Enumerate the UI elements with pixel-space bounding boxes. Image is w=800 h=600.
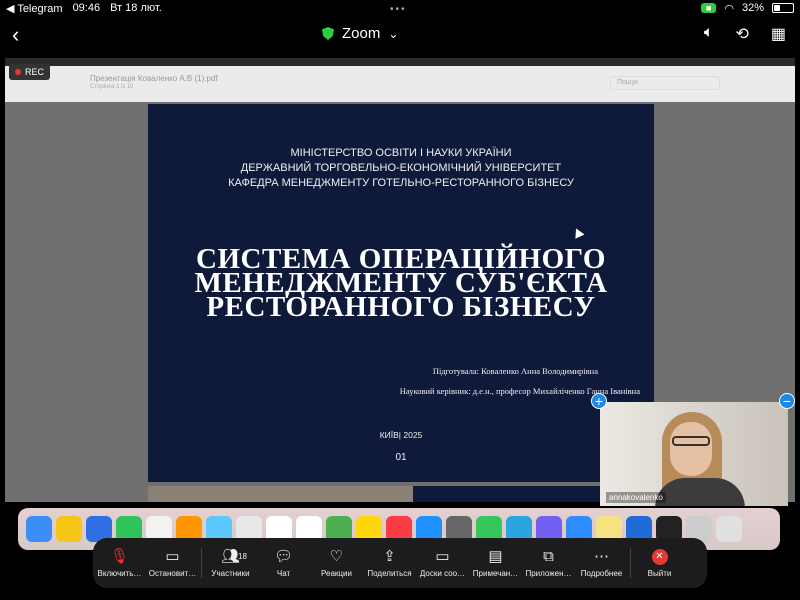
back-chevron-icon[interactable]: ‹: [12, 22, 19, 48]
city-year: КИЇВ| 2025: [379, 430, 423, 440]
dock-app-icon: [56, 516, 82, 542]
whiteboards-label: Доски соо…: [419, 569, 466, 578]
multitasking-dots-icon[interactable]: •••: [390, 4, 407, 15]
switch-camera-icon[interactable]: ⟲: [735, 24, 748, 44]
battery-icon: [772, 3, 794, 13]
divider: [630, 548, 631, 578]
dock-app-icon: [26, 516, 52, 542]
leave-button[interactable]: ✕ Выйти: [633, 548, 686, 578]
speaker-icon[interactable]: 🔈︎: [704, 24, 714, 44]
status-time: 09:46: [72, 2, 101, 14]
meeting-toolbar: 🎙︎ Включить… ▭ Остановит… 👥︎ 18 Участник…: [93, 538, 707, 588]
camera-indicator-icon: ■: [700, 3, 717, 13]
participant-face: [670, 422, 712, 476]
share-label: Поделиться: [367, 569, 412, 578]
pdf-page-info: Сторінка 1 із 10: [90, 84, 134, 90]
chat-icon: 💬︎: [273, 548, 294, 565]
chat-button[interactable]: 💬︎ Чат: [257, 548, 310, 578]
meeting-title-label: Zoom: [342, 25, 381, 42]
university-line: ДЕРЖАВНИЙ ТОРГОВЕЛЬНО-ЕКОНОМІЧНИЙ УНІВЕР…: [240, 162, 562, 174]
unmute-button[interactable]: 🎙︎ Включить…: [93, 548, 146, 578]
notes-label: Примечан…: [472, 569, 519, 578]
participants-label: Участники: [211, 569, 250, 578]
encryption-shield-icon: [322, 27, 334, 40]
share-icon: ⇪: [383, 548, 396, 565]
add-plus-icon[interactable]: +: [591, 393, 607, 409]
stop-video-button[interactable]: ▭ Остановит…: [146, 548, 199, 578]
ministry-header: МІНІСТЕРСТВО ОСВІТИ І НАУКИ УКРАЇНИ ДЕРЖ…: [148, 146, 654, 191]
recording-label: REC: [25, 67, 45, 77]
meeting-title[interactable]: Zoom ⌄: [322, 25, 398, 42]
participant-body: [655, 478, 745, 506]
next-slide-thumbnail: [148, 486, 413, 502]
back-to-app-link[interactable]: ◀ Telegram: [6, 2, 63, 15]
video-icon: ▭: [165, 548, 180, 565]
presentation-slide: МІНІСТЕРСТВО ОСВІТИ І НАУКИ УКРАЇНИ ДЕРЖ…: [148, 104, 654, 482]
header-actions: 🔈︎ ⟲ ▦: [704, 24, 786, 44]
unmute-label: Включить…: [97, 569, 142, 578]
more-icon: ⋯: [594, 548, 609, 565]
wifi-icon: ◠: [724, 2, 734, 15]
glasses: [672, 436, 710, 446]
participants-button[interactable]: 👥︎ 18 Участники: [204, 548, 257, 578]
apps-icon: ⧉: [543, 548, 554, 565]
notes-button[interactable]: ▤ Примечан…: [469, 548, 522, 578]
notes-icon: ▤: [488, 548, 503, 565]
chat-label: Чат: [276, 569, 291, 578]
more-button[interactable]: ⋯ Подробнее: [575, 548, 628, 578]
whiteboards-button[interactable]: ▭ Доски соо…: [416, 548, 469, 578]
department-line: КАФЕДРА МЕНЕДЖМЕНТУ ГОТЕЛЬНО-РЕСТОРАННОГ…: [228, 177, 574, 189]
share-button[interactable]: ⇪ Поделиться: [363, 548, 416, 578]
apps-button[interactable]: ⧉ Приложен…: [522, 548, 575, 578]
participants-count: 18: [238, 552, 247, 561]
recording-badge: REC: [9, 64, 51, 80]
apps-label: Приложен…: [525, 569, 572, 578]
more-label: Подробнее: [580, 569, 623, 578]
participant-name: annakovalenko: [606, 492, 666, 503]
dock-app-icon: [716, 516, 742, 542]
mic-muted-icon: 🎙︎: [109, 548, 130, 565]
pdf-toolbar: Презентація Коваленко А.В (1).pdf Сторін…: [5, 66, 795, 102]
supervisor: Науковий керівник: д.е.н., професор Миха…: [399, 386, 640, 396]
reactions-label: Реакции: [321, 569, 352, 578]
leave-label: Выйти: [647, 568, 672, 578]
battery-percent: 32%: [741, 2, 764, 14]
whiteboard-icon: ▭: [435, 548, 450, 565]
prepared-by: Підготувала: Коваленко Анна Володимирівн…: [432, 366, 598, 376]
record-dot-icon: [15, 69, 21, 75]
slide-number: 01: [395, 452, 407, 463]
reactions-button[interactable]: ♡ Реакции: [310, 548, 363, 578]
ministry-line: МІНІСТЕРСТВО ОСВІТИ І НАУКИ УКРАЇНИ: [290, 147, 512, 159]
participant-video-tile[interactable]: annakovalenko: [600, 402, 788, 506]
slide-title-line: РЕСТОРАННОГО БІЗНЕСУ: [206, 291, 596, 323]
divider: [201, 548, 202, 578]
exit-icon: ✕: [651, 548, 668, 565]
mac-menu-bar: [5, 58, 795, 66]
heart-icon: ♡: [329, 548, 344, 565]
pdf-file-name: Презентація Коваленко А.В (1).pdf: [90, 74, 218, 83]
status-date: Вт 18 лют.: [110, 2, 162, 14]
stop-video-label: Остановит…: [148, 569, 197, 578]
minimize-video-icon[interactable]: −: [779, 393, 795, 409]
chevron-down-icon: ⌄: [388, 26, 399, 41]
pdf-search-field: Пошук: [610, 76, 720, 90]
grid-view-icon[interactable]: ▦: [771, 24, 786, 44]
slide-title: СИСТЕМА ОПЕРАЦІЙНОГО МЕНЕДЖМЕНТУ СУБ'ЄКТ…: [148, 245, 654, 323]
